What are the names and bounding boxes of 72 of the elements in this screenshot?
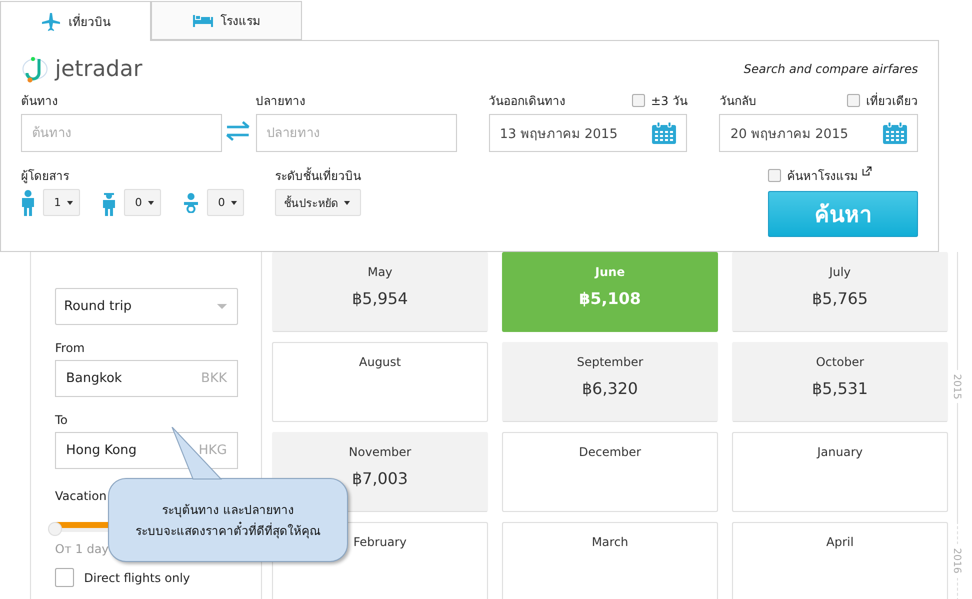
- trip-type-dropdown[interactable]: Round trip: [55, 288, 238, 325]
- month-name: July: [829, 265, 851, 279]
- field-label: ปลายทาง: [256, 93, 307, 110]
- month-card[interactable]: May ฿5,954: [272, 252, 488, 332]
- month-card[interactable]: September ฿6,320: [502, 342, 718, 422]
- origin-field[interactable]: ต้นทาง: [21, 114, 222, 152]
- checkbox[interactable]: [768, 169, 781, 182]
- month-name: April: [826, 535, 854, 549]
- checkbox-label: ค้นหาโรงแรม: [787, 168, 858, 185]
- min-duration: От 1 day: [55, 542, 109, 556]
- field-label: ต้นทาง: [21, 93, 59, 110]
- month-name: February: [353, 535, 407, 549]
- month-card[interactable]: October ฿5,531: [732, 342, 948, 422]
- tab[interactable]: เที่ยวบิน: [0, 1, 151, 41]
- month-name: May: [368, 265, 392, 279]
- date-field[interactable]: 20 พฤษภาคม 2015: [719, 114, 918, 152]
- date-field[interactable]: 13 พฤษภาคม 2015: [488, 114, 688, 152]
- month-price: ฿7,003: [352, 469, 408, 488]
- month-card[interactable]: March: [502, 522, 718, 599]
- duration-label: Vacation: [55, 489, 108, 503]
- checkbox-label: เที่ยวเดียว: [866, 92, 918, 110]
- month-price: ฿5,954: [352, 289, 408, 308]
- month-price: ฿5,531: [812, 379, 868, 398]
- month-price: ฿5,765: [812, 289, 868, 308]
- tagline: Search and compare airfares: [744, 62, 918, 76]
- month-card[interactable]: December: [502, 432, 718, 512]
- field-label: ผู้โดยสาร: [21, 168, 70, 185]
- passenger-dropdown[interactable]: 1: [43, 189, 80, 216]
- month-card[interactable]: January: [732, 432, 948, 512]
- month-name: June: [595, 265, 625, 279]
- month-card[interactable]: August: [272, 342, 488, 422]
- month-card[interactable]: April: [732, 522, 948, 599]
- checkbox-label: Direct flights only: [84, 570, 190, 584]
- month-name: August: [359, 355, 401, 369]
- destination-field[interactable]: ปลายทาง: [256, 114, 457, 152]
- month-price: ฿6,320: [582, 379, 638, 398]
- field-label: ระดับชั้นเที่ยวบิน: [275, 166, 361, 185]
- checkbox-label: ±3 วัน: [650, 93, 688, 110]
- checkbox[interactable]: [847, 94, 860, 107]
- year-label: 2016: [951, 544, 962, 578]
- cabin-dropdown[interactable]: ชั้นประหยัด: [275, 189, 361, 216]
- person-icon: [21, 190, 35, 216]
- year-label: 2015: [951, 370, 962, 404]
- logo-text: jetradar: [55, 56, 142, 82]
- passenger-dropdown[interactable]: 0: [124, 189, 161, 216]
- passenger-dropdown[interactable]: 0: [207, 189, 244, 216]
- external-link-icon[interactable]: [862, 166, 872, 176]
- calendar-icon: [652, 122, 676, 144]
- field-label: วันออกเดินทาง: [488, 93, 566, 110]
- baby-icon: [183, 192, 199, 212]
- slider-thumb[interactable]: [48, 522, 62, 536]
- month-name: October: [816, 355, 864, 369]
- airplane-icon: [40, 12, 60, 30]
- month-name: November: [348, 445, 412, 459]
- field-label: วันกลับ: [719, 93, 756, 110]
- field-label: To: [55, 413, 69, 427]
- month-price: ฿5,108: [579, 289, 641, 308]
- checkbox[interactable]: [632, 94, 645, 107]
- calendar-icon: [883, 122, 908, 144]
- field-label: From: [55, 341, 86, 355]
- swap-icon[interactable]: [226, 120, 252, 142]
- month-card[interactable]: July ฿5,765: [732, 252, 948, 332]
- tab[interactable]: โรงแรม: [151, 1, 302, 40]
- from-field[interactable]: Bangkok BKK: [55, 360, 238, 397]
- to-field[interactable]: Hong Kong HKG: [55, 432, 238, 469]
- checkbox[interactable]: [55, 568, 74, 587]
- month-name: September: [576, 355, 644, 369]
- month-name: January: [817, 445, 863, 459]
- logo-icon: [21, 55, 49, 83]
- month-name: December: [578, 445, 642, 459]
- bed-icon: [192, 14, 212, 26]
- month-name: March: [592, 535, 628, 549]
